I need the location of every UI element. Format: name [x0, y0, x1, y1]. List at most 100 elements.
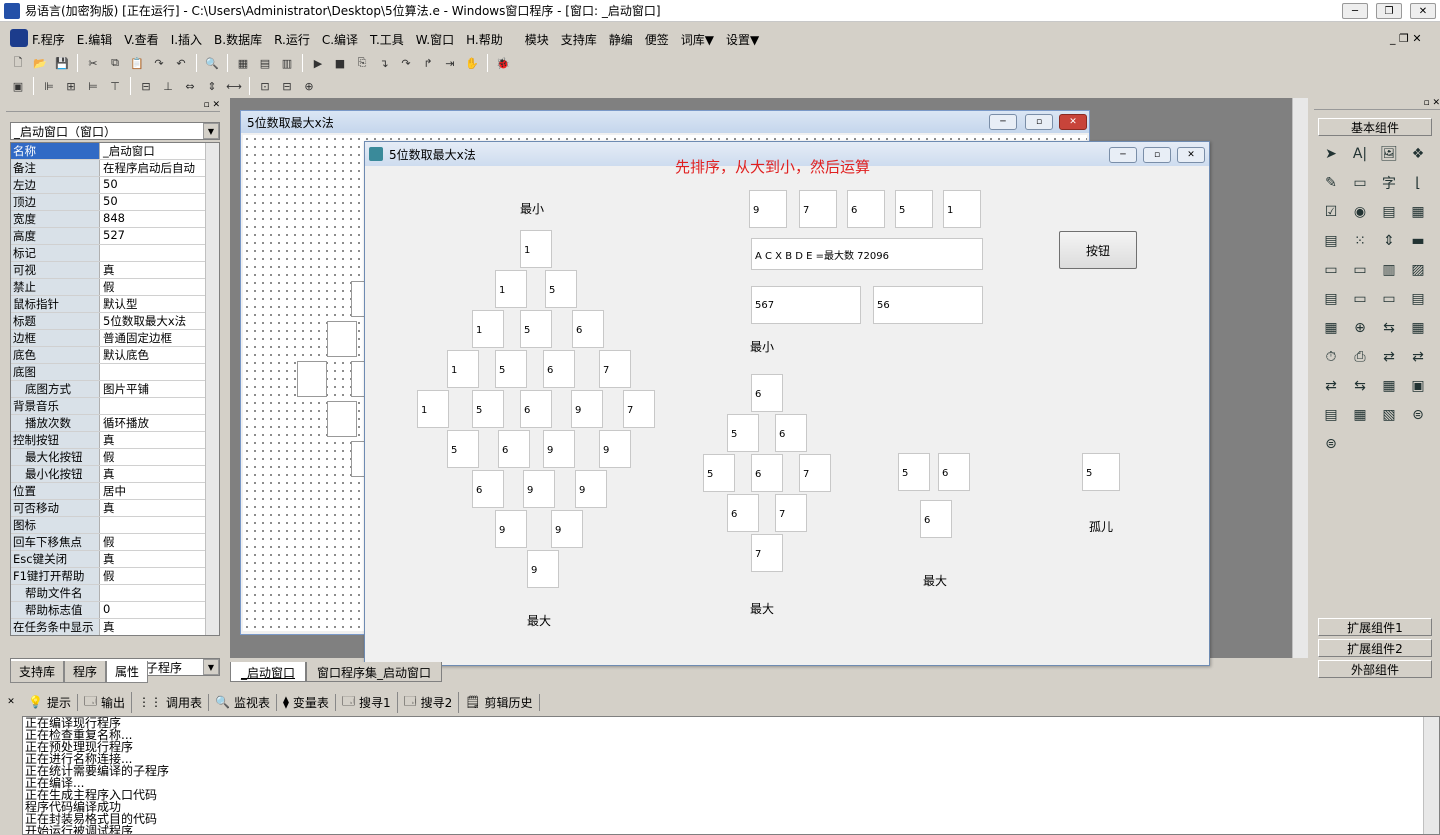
menu-item[interactable]: E.编辑 — [71, 31, 118, 48]
diamond-box[interactable]: 6 — [520, 390, 552, 428]
dir-icon[interactable]: ▭ — [1376, 285, 1402, 313]
tab-support-lib[interactable]: 支持库 — [10, 661, 65, 683]
diamond-box[interactable]: 7 — [599, 350, 631, 388]
undo-icon[interactable]: ↶ — [171, 54, 191, 72]
align-bottom-icon[interactable]: ⊥ — [158, 77, 178, 95]
network-icon[interactable]: ⊕ — [1347, 314, 1373, 342]
property-row[interactable]: 底图 — [11, 364, 219, 381]
paste-icon[interactable]: 📋 — [127, 54, 147, 72]
close-button[interactable]: ✕ — [1410, 3, 1436, 19]
diamond2-box[interactable]: 6 — [775, 414, 807, 452]
output-pane[interactable]: 正在编译现行程序 正在检查重复名称... 正在预处理现行程序 正在进行名称连接... 正… — [22, 716, 1440, 835]
output-tab[interactable]: 🔍 监视表 — [209, 693, 277, 711]
odbc-icon[interactable]: ⊜ — [1405, 401, 1431, 429]
property-value[interactable]: 居中 — [100, 483, 219, 499]
divider-icon[interactable]: ▬ — [1405, 227, 1431, 255]
menu-item[interactable]: 词库▼ — [675, 31, 720, 48]
property-row[interactable]: 顶边 50 — [11, 194, 219, 211]
center-v-icon[interactable]: ⊟ — [277, 77, 297, 95]
action-button[interactable]: 按钮 — [1059, 231, 1137, 269]
db-icon[interactable]: ▦ — [1347, 401, 1373, 429]
redo-icon[interactable]: ↷ — [149, 54, 169, 72]
line-icon[interactable]: ⌊ — [1405, 169, 1431, 197]
menu-item[interactable]: F.程序 — [26, 31, 71, 48]
output-tab[interactable]: 🗔 搜寻2 — [398, 691, 460, 713]
same-width-icon[interactable]: ⇔ — [180, 77, 200, 95]
diamond-box[interactable]: 9 — [599, 430, 631, 468]
property-row[interactable]: 最小化按钮真 — [11, 466, 219, 483]
open-folder-icon[interactable]: 📂 — [30, 54, 50, 72]
tri-box[interactable]: 6 — [938, 453, 970, 491]
diamond-box[interactable]: 9 — [527, 550, 559, 588]
exchange-icon[interactable]: ⇆ — [1347, 372, 1373, 400]
output-tab[interactable]: 💡 提示 — [22, 693, 78, 711]
diamond-box[interactable]: 9 — [575, 470, 607, 508]
output-tab[interactable]: ⧫ 变量表 — [277, 693, 336, 711]
image-list-icon[interactable]: ▨ — [1405, 256, 1431, 284]
checkbox-icon[interactable]: ☑ — [1318, 198, 1344, 226]
center-both-icon[interactable]: ⊕ — [299, 77, 319, 95]
property-row[interactable]: 高度 527 — [11, 228, 219, 245]
printer-icon[interactable]: ⎙ — [1347, 343, 1373, 371]
shape-icon[interactable]: ❖ — [1405, 140, 1431, 168]
property-value[interactable] — [100, 398, 219, 414]
property-row[interactable]: 名称 _启动窗口 — [11, 143, 219, 160]
property-row[interactable]: 鼠标指针 默认型 — [11, 296, 219, 313]
chevron-down-icon[interactable]: ▼ — [203, 659, 219, 675]
designer-vscroll[interactable] — [1292, 98, 1308, 658]
diamond2-box[interactable]: 7 — [799, 454, 831, 492]
restore-button[interactable]: ❐ — [1376, 3, 1402, 19]
tab-program[interactable]: 程序 — [64, 661, 107, 683]
align-mid-icon[interactable]: ⊟ — [136, 77, 156, 95]
step-out-icon[interactable]: ↱ — [418, 54, 438, 72]
property-value[interactable]: 默认型 — [100, 296, 219, 312]
property-row[interactable]: 图标 — [11, 517, 219, 534]
diamond-box[interactable]: 6 — [498, 430, 530, 468]
property-value[interactable]: 图片平铺 — [100, 381, 219, 397]
tri-box[interactable]: 6 — [920, 500, 952, 538]
ext-components-2-button[interactable]: 扩展组件2 — [1318, 639, 1432, 657]
layout1-icon[interactable]: ▦ — [233, 54, 253, 72]
tab-assembly[interactable]: 窗口程序集_启动窗口 — [306, 662, 443, 682]
property-value[interactable]: 普通固定边框 — [100, 330, 219, 346]
minimize-button[interactable]: ─ — [1342, 3, 1368, 19]
property-row[interactable]: 在任务条中显示真 — [11, 619, 219, 635]
property-row[interactable]: 标记 — [11, 245, 219, 262]
radio-icon[interactable]: ◉ — [1347, 198, 1373, 226]
running-window[interactable]: 5位数取最大x法 ─ ▫ ✕ 先排序，从大到小，然后运算 最小 最大 最小 最大 最大 孤儿… — [364, 141, 1210, 666]
property-value[interactable]: 真 — [100, 500, 219, 516]
diamond-box[interactable]: 5 — [472, 390, 504, 428]
single-box[interactable]: 5 — [1082, 453, 1120, 491]
colorbox-icon[interactable]: ▦ — [1318, 314, 1344, 342]
output-tab[interactable]: 🗔 搜寻1 — [336, 691, 398, 713]
property-row[interactable]: 底图方式 图片平铺 — [11, 381, 219, 398]
mdi-controls[interactable]: _ ❐ ✕ — [1390, 32, 1422, 45]
menu-item[interactable]: 设置▼ — [720, 31, 765, 48]
diamond2-box[interactable]: 6 — [751, 454, 783, 492]
output-tab[interactable]: 🗒 剪辑历史 — [459, 693, 540, 711]
edit-icon[interactable]: ✎ — [1318, 169, 1344, 197]
file-icon[interactable]: ▤ — [1405, 285, 1431, 313]
split-icon[interactable]: ▣ — [1405, 372, 1431, 400]
dotgrid-icon[interactable]: ▤ — [1318, 285, 1344, 313]
property-value[interactable]: 在程序启动后自动 — [100, 160, 219, 176]
external-components-button[interactable]: 外部组件 — [1318, 660, 1432, 678]
property-value[interactable]: 真 — [100, 619, 219, 635]
calc-icon[interactable]: ▣ — [8, 77, 28, 95]
pin-icon[interactable]: ✕ — [0, 697, 22, 707]
digit-box[interactable]: 6 — [847, 190, 885, 228]
grid-icon[interactable]: ▦ — [1405, 198, 1431, 226]
menu-item[interactable]: T.工具 — [364, 31, 410, 48]
property-row[interactable]: 左边 50 — [11, 177, 219, 194]
find-icon[interactable]: 🔍 — [202, 54, 222, 72]
output-scrollbar[interactable] — [1423, 717, 1439, 834]
property-row[interactable]: 位置 居中 — [11, 483, 219, 500]
transfer-icon[interactable]: ⇄ — [1376, 343, 1402, 371]
step-over-icon[interactable]: ↷ — [396, 54, 416, 72]
property-value[interactable]: 真 — [100, 432, 219, 448]
diamond-box[interactable]: 1 — [447, 350, 479, 388]
diamond-box[interactable]: 9 — [571, 390, 603, 428]
property-value[interactable]: 真 — [100, 262, 219, 278]
menu-item[interactable]: B.数据库 — [208, 31, 268, 48]
basic-components-button[interactable]: 基本组件 — [1318, 118, 1432, 136]
